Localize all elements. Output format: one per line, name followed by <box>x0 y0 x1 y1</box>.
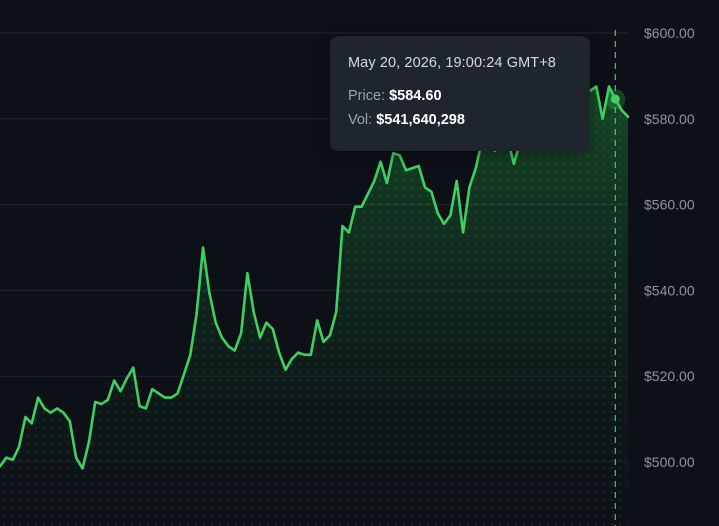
hover-point[interactable] <box>610 94 620 104</box>
y-tick-label: $560.00 <box>644 197 695 213</box>
tooltip-price-label: Price: <box>348 88 386 104</box>
price-tooltip: May 20, 2026, 19:00:24 GMT+8 Price: $584… <box>330 36 590 151</box>
y-tick-label: $580.00 <box>644 111 695 127</box>
tooltip-price-row: Price: $584.60 <box>348 88 590 104</box>
tooltip-vol-row: Vol: $541,640,298 <box>348 112 590 128</box>
y-tick-label: $500.00 <box>644 454 695 470</box>
y-tick-label: $540.00 <box>644 282 695 298</box>
y-tick-label: $520.00 <box>644 368 695 384</box>
y-axis: $600.00 $580.00 $560.00 $540.00 $520.00 $500.… <box>644 25 695 470</box>
tooltip-vol-label: Vol: <box>348 112 373 128</box>
y-tick-label: $600.00 <box>644 25 695 41</box>
tooltip-time: May 20, 2026, 19:00:24 GMT+8 <box>348 55 556 71</box>
tooltip-price-value: $584.60 <box>389 88 442 104</box>
tooltip-vol-value: $541,640,298 <box>376 112 465 128</box>
